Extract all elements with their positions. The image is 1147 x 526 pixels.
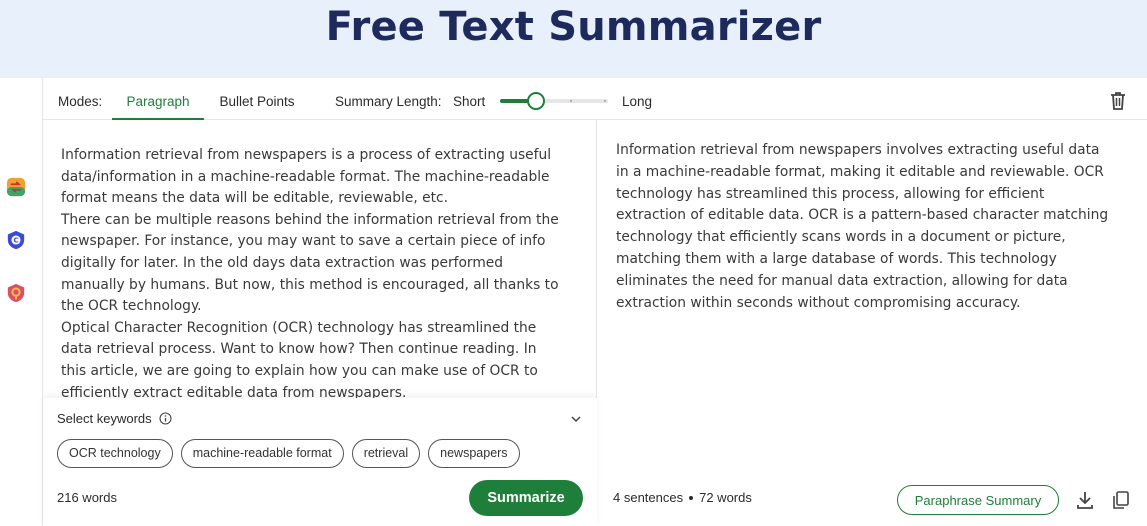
- tab-paragraph[interactable]: Paragraph: [112, 78, 204, 120]
- keyword-chip[interactable]: OCR technology: [57, 439, 173, 468]
- side-rail: C: [0, 78, 43, 526]
- keyword-chip[interactable]: retrieval: [351, 439, 421, 468]
- keyword-chip[interactable]: newspapers: [428, 439, 520, 468]
- long-label: Long: [622, 94, 653, 109]
- svg-text:C: C: [13, 236, 18, 245]
- slider-handle[interactable]: [526, 92, 545, 110]
- summary-word-count: 72 words: [699, 490, 752, 505]
- search-tool-icon[interactable]: [6, 282, 26, 304]
- plagiarism-checker-icon[interactable]: C: [6, 229, 26, 251]
- summary-length-slider[interactable]: [500, 92, 608, 110]
- hero-banner: Free Text Summarizer: [0, 0, 1147, 78]
- page-title: Free Text Summarizer: [325, 4, 822, 50]
- keywords-box: Select keywords OCR technology machine-r…: [43, 398, 597, 526]
- tab-bullet-points[interactable]: Bullet Points: [208, 78, 306, 120]
- select-keywords-label: Select keywords: [57, 411, 152, 426]
- modes-label: Modes:: [58, 94, 103, 109]
- modes-toolbar: Modes: Paragraph Bullet Points Summary L…: [43, 78, 1147, 120]
- slider-tick: [570, 100, 572, 102]
- output-column: Information retrieval from newspapers in…: [598, 120, 1147, 526]
- input-paragraph: Optical Character Recognition (OCR) tech…: [61, 319, 538, 399]
- paraphraser-app-icon[interactable]: [6, 176, 26, 198]
- separator-dot: [689, 495, 694, 500]
- summarize-button[interactable]: Summarize: [469, 480, 583, 516]
- paraphrase-summary-button[interactable]: Paraphrase Summary: [897, 485, 1059, 515]
- keyword-chip[interactable]: machine-readable format: [180, 439, 344, 468]
- summary-output: Information retrieval from newspapers in…: [616, 142, 1109, 311]
- summary-length-label: Summary Length:: [335, 94, 442, 109]
- summarizer-panel: Modes: Paragraph Bullet Points Summary L…: [43, 78, 1147, 526]
- input-paragraph: There can be multiple reasons behind the…: [61, 211, 559, 315]
- input-textarea[interactable]: Information retrieval from newspapers is…: [61, 145, 561, 399]
- slider-tick: [604, 100, 606, 102]
- short-label: Short: [453, 94, 486, 109]
- copy-icon[interactable]: [1112, 490, 1130, 510]
- input-word-count: 216 words: [57, 490, 117, 505]
- summary-stats: 4 sentences 72 words: [613, 490, 752, 505]
- info-icon[interactable]: [159, 412, 172, 425]
- trash-icon[interactable]: [1109, 91, 1127, 111]
- download-icon[interactable]: [1076, 490, 1094, 510]
- input-paragraph: Information retrieval from newspapers is…: [61, 147, 552, 207]
- sentence-count: 4 sentences: [613, 490, 684, 505]
- chevron-down-icon[interactable]: [570, 414, 582, 424]
- keyword-chips: OCR technology machine-readable format r…: [57, 439, 520, 468]
- input-column: Information retrieval from newspapers is…: [43, 120, 597, 526]
